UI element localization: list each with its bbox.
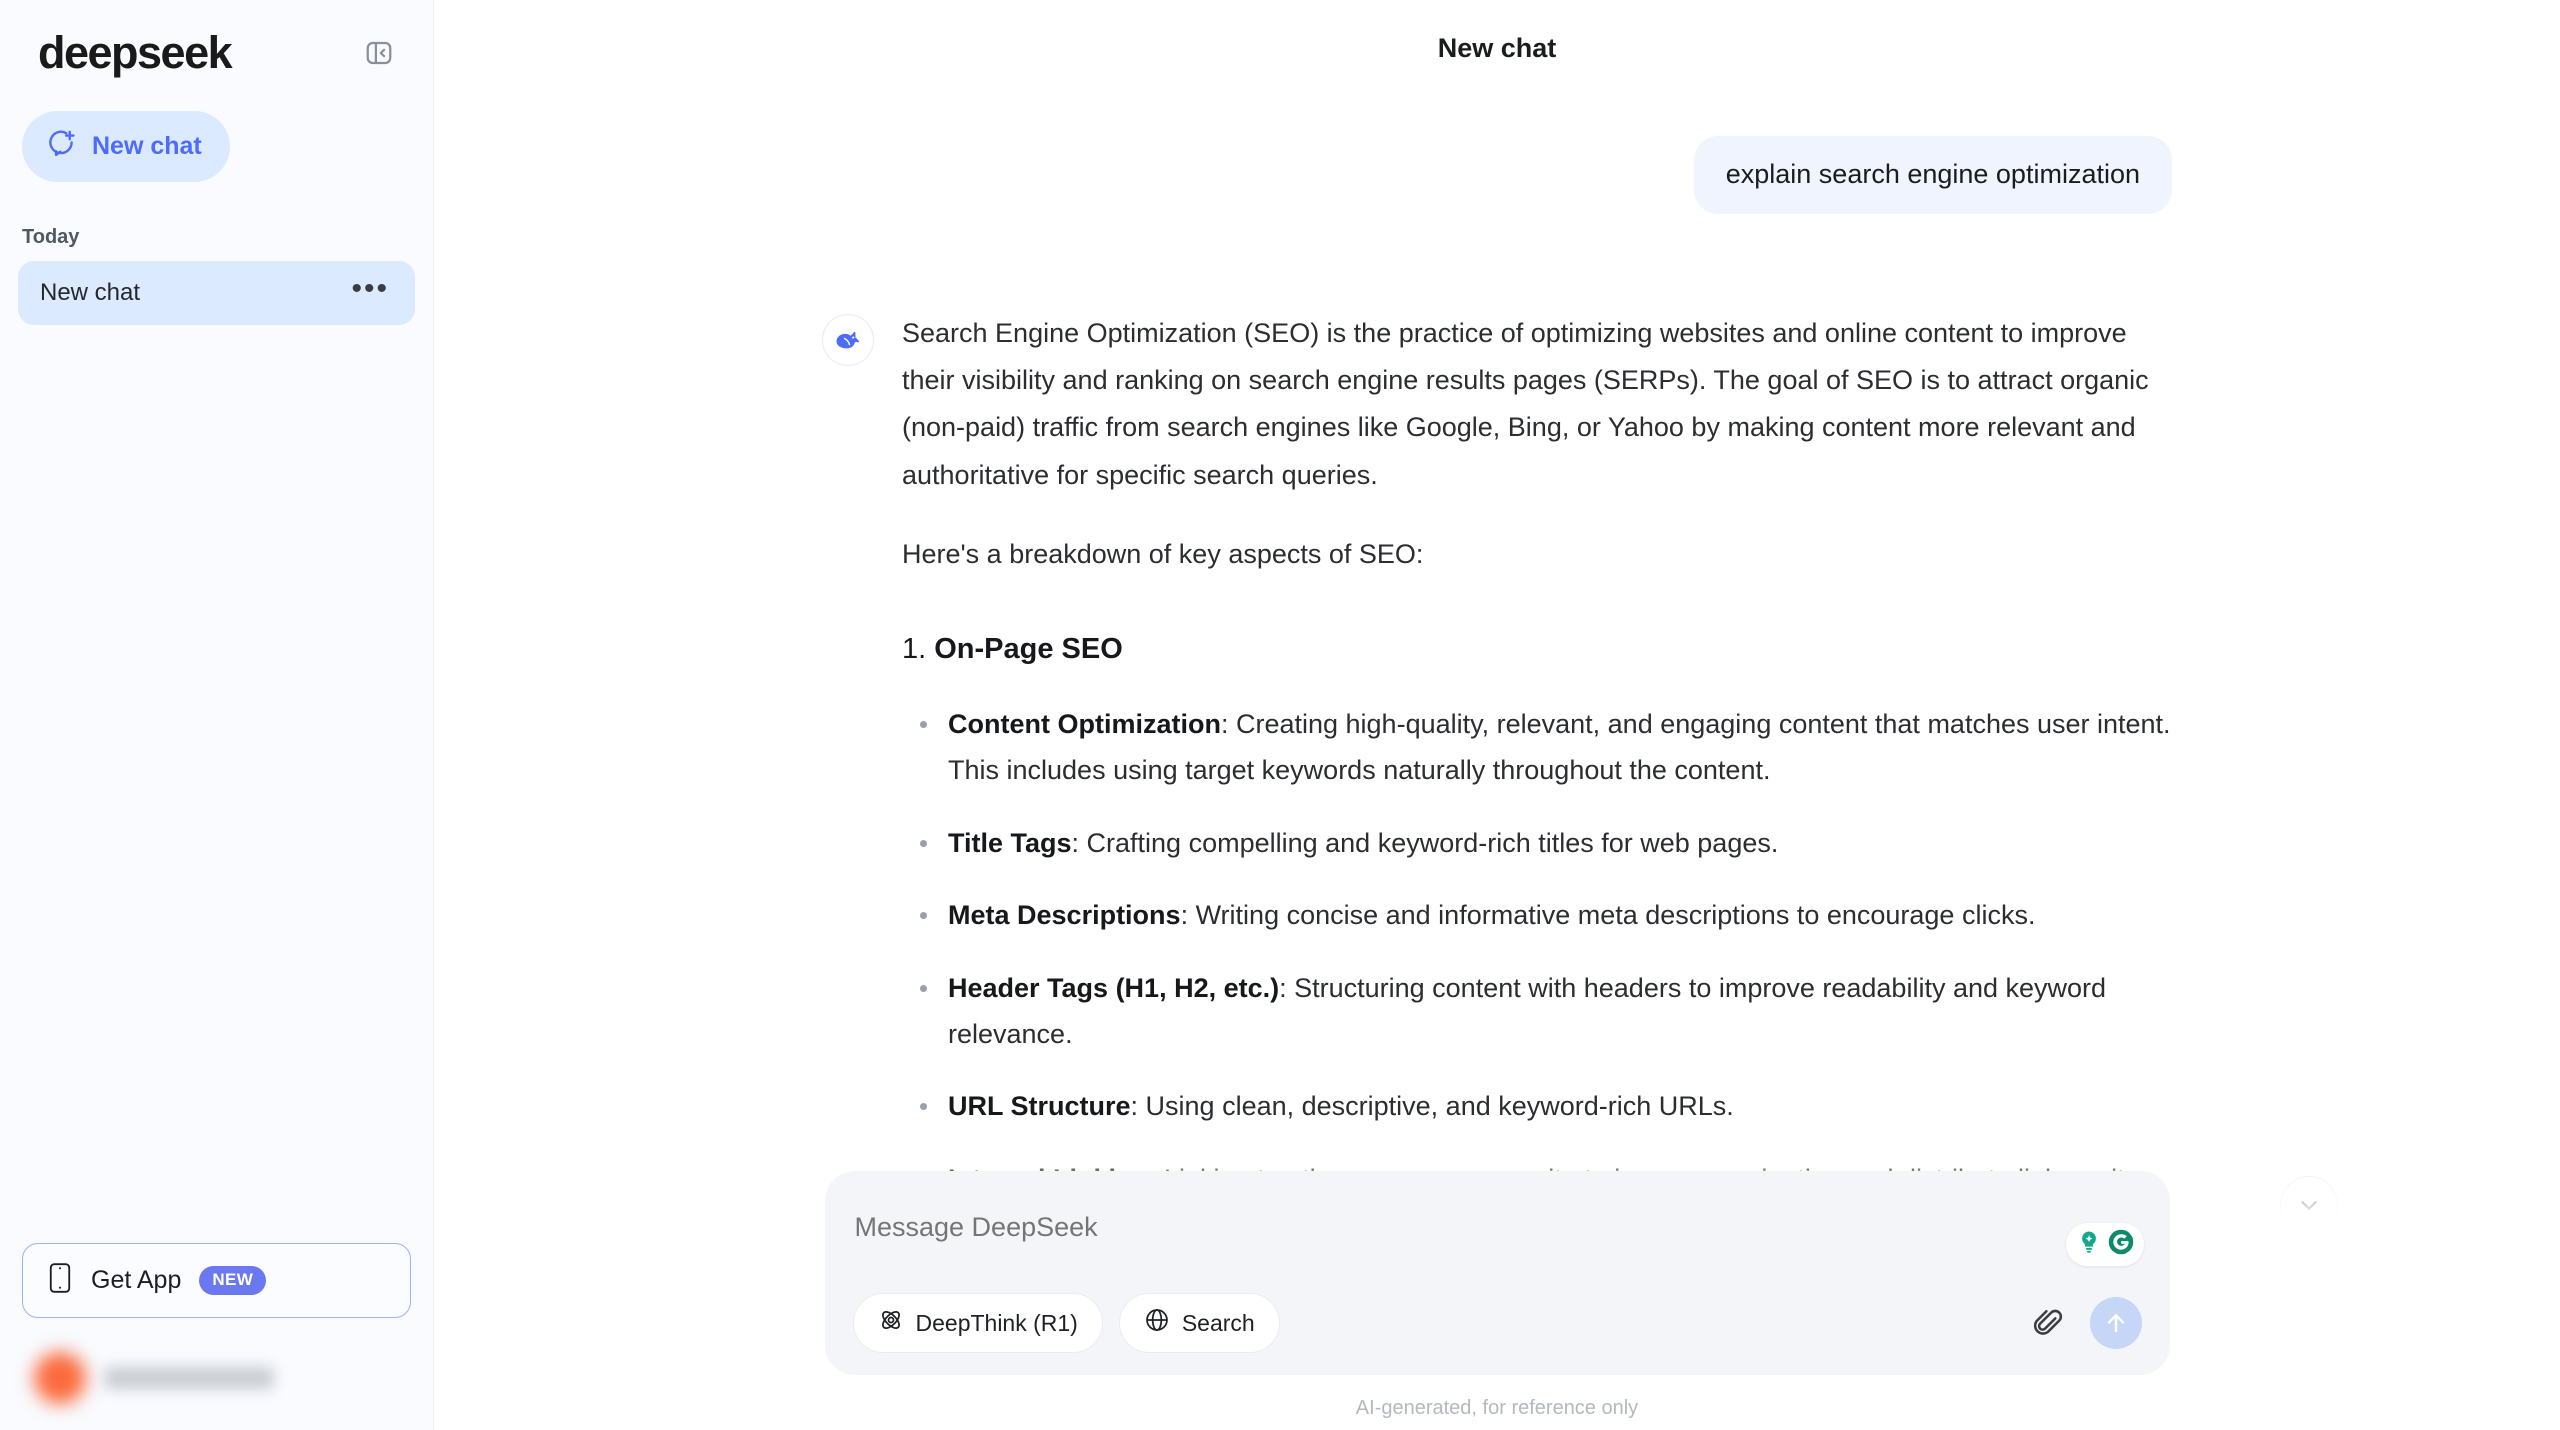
chat-history-item[interactable]: New chat •••: [18, 261, 415, 325]
bullet-term: Header Tags (H1, H2, etc.): [948, 972, 1280, 1003]
mobile-phone-icon: [47, 1263, 73, 1298]
composer-tool-buttons: DeepThink (R1) Search: [852, 1293, 1280, 1353]
arrow-up-icon: [2107, 1313, 2124, 1333]
list-item: Meta Descriptions: Writing concise and i…: [920, 892, 2172, 938]
chat-history-list: New chat •••: [0, 255, 433, 325]
assistant-section-heading: 1. On-Page SEO: [902, 624, 2172, 675]
list-item: Title Tags: Crafting compelling and keyw…: [920, 820, 2172, 866]
user-profile-row[interactable]: [0, 1330, 433, 1430]
logo-text: deepseek: [38, 27, 233, 78]
avatar: [34, 1352, 86, 1404]
deepseek-logo[interactable]: deepseek: [38, 27, 233, 78]
section-title: On-Page SEO: [934, 633, 1123, 666]
bullet-term: Meta Descriptions: [948, 900, 1181, 931]
chat-item-label: New chat: [40, 279, 141, 306]
bullet-term: Title Tags: [948, 827, 1072, 858]
search-label: Search: [1181, 1309, 1255, 1336]
disclaimer-text: AI-generated, for reference only: [1355, 1397, 1639, 1419]
bullet-text: : Using clean, descriptive, and keyword-…: [1130, 1091, 1734, 1122]
get-app-button[interactable]: Get App NEW: [22, 1243, 411, 1318]
user-message-bubble: explain search engine optimization: [1693, 136, 2172, 214]
main-header: New chat: [434, 0, 2560, 96]
grammarly-g-icon[interactable]: [2107, 1228, 2135, 1261]
main-panel: New chat explain search engine optimizat…: [434, 0, 2560, 1430]
deepseek-app: deepseek New chat Today New chat ••• Get…: [0, 0, 2560, 1430]
get-app-container: Get App NEW: [0, 1243, 433, 1330]
bullet-term: Content Optimization: [948, 708, 1221, 739]
assistant-paragraph-1: Search Engine Optimization (SEO) is the …: [902, 317, 2149, 490]
sidebar-header: deepseek: [0, 0, 433, 75]
get-app-label: Get App: [91, 1266, 182, 1294]
sidebar: deepseek New chat Today New chat ••• Get…: [0, 0, 434, 1430]
message-input[interactable]: [852, 1197, 2142, 1257]
assistant-paragraph-2: Here's a breakdown of key aspects of SEO…: [902, 538, 1424, 569]
new-chat-label: New chat: [92, 132, 202, 160]
panel-collapse-icon[interactable]: [357, 31, 401, 75]
grammarly-widget[interactable]: [2065, 1223, 2144, 1266]
list-item: Content Optimization: Creating high-qual…: [920, 701, 2172, 794]
section-index: 1.: [902, 633, 927, 666]
atom-icon: [878, 1307, 904, 1339]
composer-zone: DeepThink (R1) Search: [434, 1141, 2560, 1430]
list-item: URL Structure: Using clean, descriptive,…: [920, 1083, 2172, 1129]
list-item: Header Tags (H1, H2, etc.): Structuring …: [920, 965, 2172, 1058]
deepseek-whale-icon: [822, 313, 874, 366]
user-message-row: explain search engine optimization: [822, 136, 2172, 214]
get-app-new-badge: NEW: [199, 1266, 267, 1295]
lightbulb-sparkle-icon[interactable]: [2075, 1228, 2103, 1261]
new-chat-container: New chat: [0, 75, 433, 182]
bullet-term: URL Structure: [948, 1091, 1131, 1122]
history-section-label: Today: [22, 226, 80, 248]
message-composer: DeepThink (R1) Search: [824, 1171, 2170, 1375]
deepthink-button[interactable]: DeepThink (R1): [852, 1293, 1103, 1353]
deepthink-label: DeepThink (R1): [915, 1309, 1078, 1336]
profile-name: [104, 1367, 274, 1389]
composer-actions: [2026, 1297, 2142, 1349]
composer-toolbar: DeepThink (R1) Search: [852, 1293, 2142, 1353]
search-button[interactable]: Search: [1118, 1293, 1280, 1353]
new-chat-icon: [46, 128, 76, 165]
chat-item-more-icon[interactable]: •••: [347, 273, 393, 306]
send-button[interactable]: [2089, 1297, 2142, 1349]
bullet-text: : Writing concise and informative meta d…: [1180, 900, 2036, 931]
page-title: New chat: [1437, 32, 1557, 63]
new-chat-button[interactable]: New chat: [22, 111, 230, 182]
bullet-text: : Crafting compelling and keyword-rich t…: [1071, 827, 1779, 858]
globe-icon: [1144, 1307, 1170, 1339]
paperclip-icon[interactable]: [2026, 1301, 2070, 1345]
